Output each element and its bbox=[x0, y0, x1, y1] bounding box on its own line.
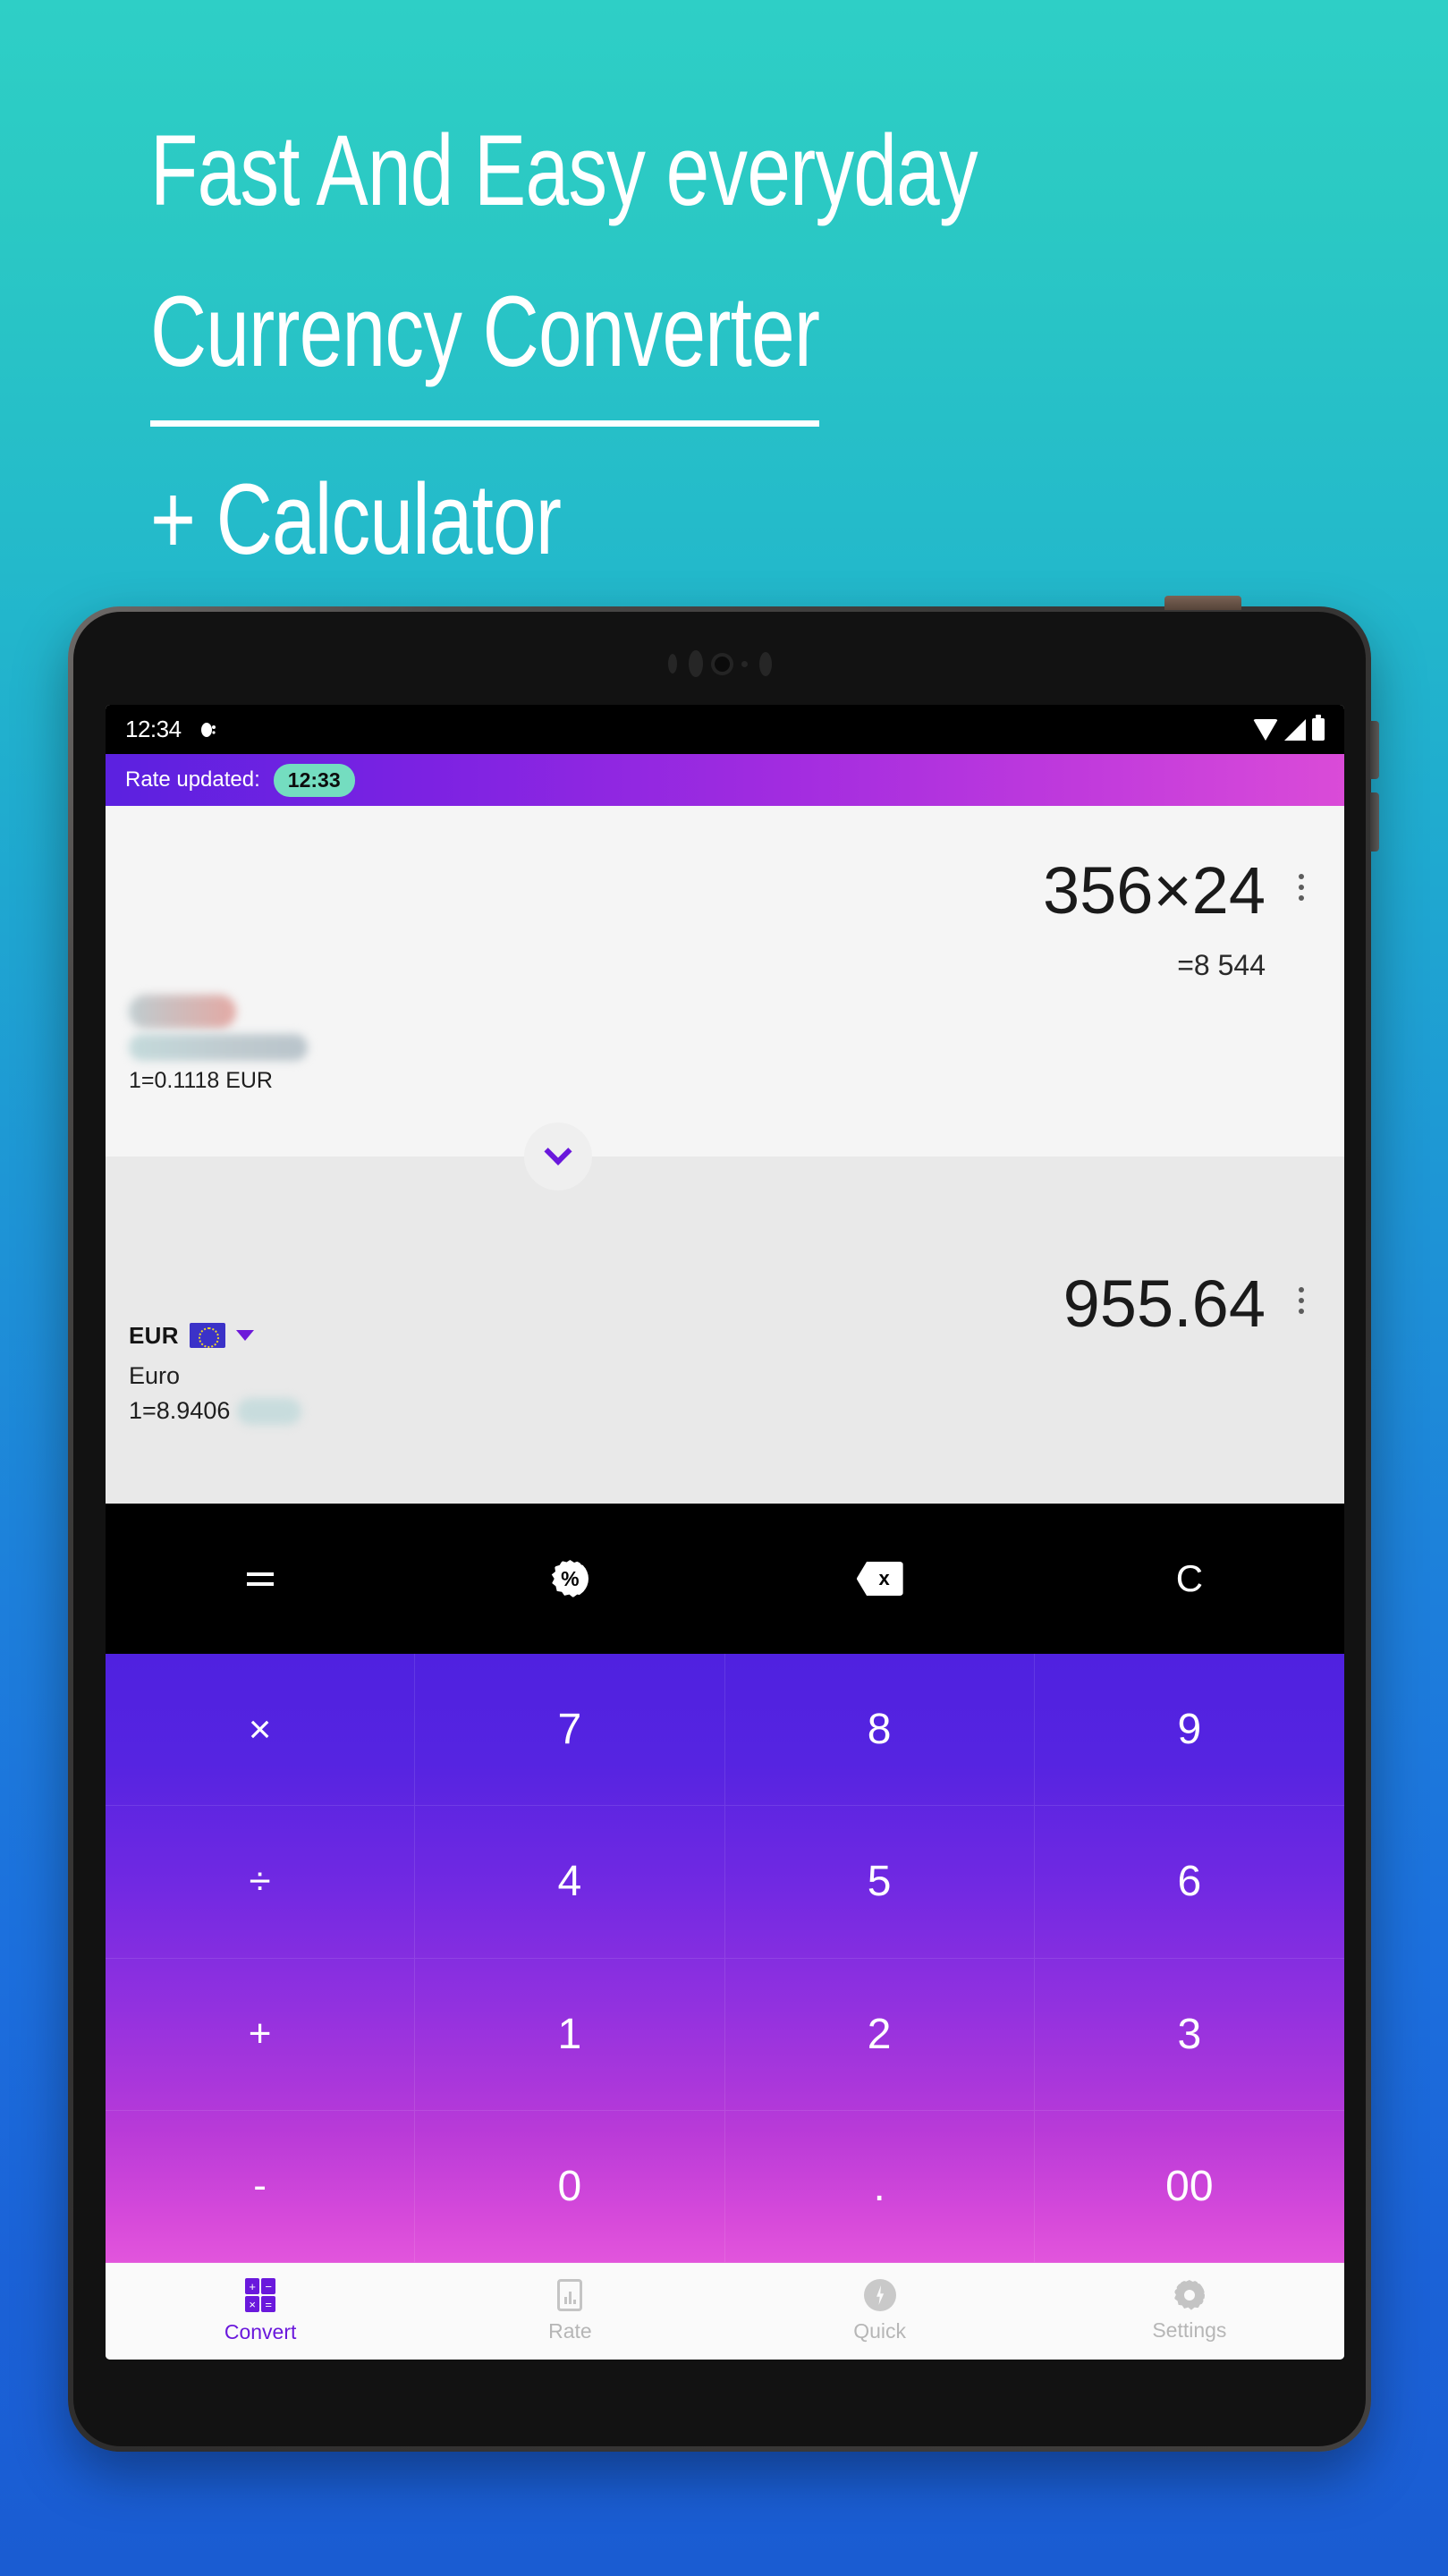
sensor-icon bbox=[667, 654, 677, 674]
source-amount-input[interactable]: 356×24 bbox=[1043, 858, 1266, 924]
headline-row-1: Fast And Easy everyday bbox=[150, 86, 1295, 256]
percent-badge-icon: % bbox=[551, 1560, 589, 1597]
kebab-menu-icon[interactable] bbox=[1282, 1271, 1321, 1314]
equals-icon bbox=[247, 1572, 275, 1586]
rate-updated-time-badge: 12:33 bbox=[273, 763, 355, 797]
nav-label-rate: Rate bbox=[548, 2319, 592, 2343]
target-amount-row: 955.64 bbox=[129, 1157, 1321, 1337]
rate-updated-label: Rate updated: bbox=[125, 767, 260, 792]
key-divide[interactable]: ÷ bbox=[106, 1806, 416, 1959]
nav-item-rate[interactable]: Rate bbox=[415, 2263, 724, 2360]
sensor-icon bbox=[758, 651, 772, 676]
source-currency-panel[interactable]: 356×24 =8 544 1=0.1118 EUR bbox=[106, 806, 1344, 1191]
notification-dot-icon bbox=[198, 719, 219, 741]
target-rate-text: 1=8.9406 bbox=[129, 1397, 231, 1424]
calculator-keypad: × 7 8 9 ÷ 4 5 6 + 1 2 3 - 0 . 00 bbox=[106, 1654, 1344, 2263]
flash-icon bbox=[863, 2279, 896, 2311]
headline-row-3: + Calculator bbox=[150, 435, 1295, 605]
headline-row-2: Currency Converter bbox=[150, 256, 1295, 435]
key-8[interactable]: 8 bbox=[724, 1654, 1035, 1807]
clear-button[interactable]: C bbox=[1035, 1504, 1344, 1654]
nav-label-convert: Convert bbox=[224, 2320, 297, 2343]
front-camera-icon bbox=[714, 656, 730, 672]
source-result-row: =8 544 bbox=[129, 924, 1321, 982]
source-currency-name-redacted bbox=[129, 1034, 308, 1061]
headline-line-2: Currency Converter bbox=[150, 256, 820, 427]
eu-flag-icon bbox=[189, 1323, 225, 1348]
target-amount-value[interactable]: 955.64 bbox=[1063, 1271, 1266, 1337]
equals-button[interactable] bbox=[106, 1504, 415, 1654]
power-button[interactable] bbox=[1164, 596, 1241, 610]
nav-label-quick: Quick bbox=[853, 2319, 907, 2343]
caret-down-icon[interactable] bbox=[235, 1330, 254, 1341]
key-minus[interactable]: - bbox=[106, 2110, 416, 2263]
gear-icon bbox=[1173, 2280, 1205, 2310]
chevron-down-icon bbox=[543, 1137, 572, 1165]
nav-item-convert[interactable]: + − × = Convert bbox=[106, 2263, 415, 2360]
nav-item-settings[interactable]: Settings bbox=[1035, 2263, 1344, 2360]
tablet-body: 12:34 Rate updated: 12:33 356×24 =8 544 … bbox=[73, 612, 1366, 2446]
promo-headline: Fast And Easy everyday Currency Converte… bbox=[150, 86, 1295, 605]
key-3[interactable]: 3 bbox=[1034, 1959, 1344, 2111]
rate-updated-bar[interactable]: Rate updated: 12:33 bbox=[106, 754, 1344, 806]
source-rate-row: 1=0.1118 EUR bbox=[129, 1068, 308, 1094]
tablet-mockup: 12:34 Rate updated: 12:33 356×24 =8 544 … bbox=[68, 596, 1379, 2452]
target-rate-row: 1=8.9406 bbox=[129, 1397, 302, 1425]
status-bar: 12:34 bbox=[106, 705, 1344, 754]
key-4[interactable]: 4 bbox=[415, 1806, 725, 1959]
status-bar-indicators bbox=[1253, 715, 1325, 741]
headline-line-1: Fast And Easy everyday bbox=[150, 114, 978, 226]
battery-icon bbox=[1312, 715, 1325, 741]
front-camera-cluster bbox=[73, 646, 1366, 682]
key-decimal[interactable]: . bbox=[724, 2110, 1035, 2263]
volume-up-button[interactable] bbox=[1370, 721, 1379, 779]
key-2[interactable]: 2 bbox=[724, 1958, 1035, 2111]
backspace-icon: x bbox=[856, 1562, 903, 1596]
calculator-icon: + − × = bbox=[245, 2278, 276, 2312]
source-currency-code-redacted[interactable] bbox=[129, 995, 236, 1029]
sensor-icon bbox=[688, 650, 703, 677]
key-7[interactable]: 7 bbox=[415, 1654, 725, 1807]
target-currency-code-row[interactable]: EUR bbox=[129, 1318, 301, 1353]
status-bar-time: 12:34 bbox=[125, 716, 182, 742]
key-double-zero[interactable]: 00 bbox=[1034, 2111, 1344, 2263]
source-rate-text: 1=0.1118 EUR bbox=[129, 1068, 273, 1093]
key-1[interactable]: 1 bbox=[415, 1958, 725, 2111]
sensor-icon bbox=[741, 660, 748, 667]
key-multiply[interactable]: × bbox=[106, 1654, 416, 1807]
signal-icon bbox=[1284, 718, 1306, 741]
bottom-navigation: + − × = Convert Rate Quick Settings bbox=[106, 2263, 1344, 2360]
target-currency-code: EUR bbox=[129, 1321, 179, 1349]
key-plus[interactable]: + bbox=[106, 1958, 416, 2111]
source-currency-selector[interactable]: 1=0.1118 EUR bbox=[129, 995, 308, 1094]
source-amount-row: 356×24 bbox=[129, 806, 1321, 924]
source-result-value: =8 544 bbox=[1177, 949, 1266, 981]
wifi-icon bbox=[1253, 718, 1278, 741]
target-rate-suffix-redacted bbox=[237, 1397, 302, 1425]
backspace-button[interactable]: x bbox=[725, 1504, 1035, 1654]
key-9[interactable]: 9 bbox=[1034, 1654, 1344, 1807]
volume-down-button[interactable] bbox=[1370, 792, 1379, 852]
nav-item-quick[interactable]: Quick bbox=[725, 2263, 1035, 2360]
key-6[interactable]: 6 bbox=[1034, 1806, 1344, 1959]
target-currency-name: Euro bbox=[129, 1362, 181, 1389]
headline-line-3: + Calculator bbox=[150, 463, 562, 575]
target-currency-panel[interactable]: 955.64 EUR Euro 1=8.9406 bbox=[106, 1157, 1344, 1504]
device-screen: 12:34 Rate updated: 12:33 356×24 =8 544 … bbox=[106, 705, 1344, 2360]
function-key-bar: % x C bbox=[106, 1504, 1344, 1654]
chart-icon bbox=[557, 2279, 583, 2311]
kebab-menu-icon[interactable] bbox=[1282, 858, 1321, 901]
percent-button[interactable]: % bbox=[415, 1504, 724, 1654]
nav-label-settings: Settings bbox=[1152, 2318, 1227, 2342]
key-5[interactable]: 5 bbox=[724, 1806, 1035, 1959]
target-currency-selector[interactable]: EUR Euro 1=8.9406 bbox=[129, 1318, 302, 1425]
clear-icon: C bbox=[1175, 1557, 1204, 1599]
swap-currencies-button[interactable] bbox=[523, 1123, 592, 1191]
key-0[interactable]: 0 bbox=[415, 2110, 725, 2263]
